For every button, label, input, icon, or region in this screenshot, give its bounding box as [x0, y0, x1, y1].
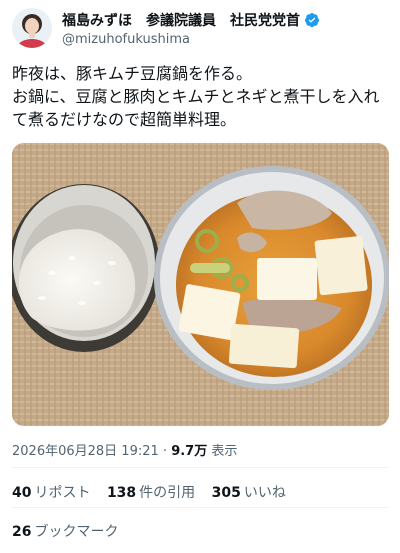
quotes-label: 件の引用	[139, 485, 196, 501]
reposts-stat[interactable]: 40 リポスト	[12, 482, 90, 502]
reposts-count: 40	[12, 485, 32, 501]
likes-count: 305	[211, 485, 241, 501]
divider	[12, 467, 388, 468]
reposts-label: リポスト	[34, 485, 91, 501]
timestamp[interactable]: 2026年06月28日 19:21	[12, 444, 159, 459]
tweet-photo[interactable]	[12, 143, 389, 426]
avatar-image	[12, 8, 52, 48]
quotes-count: 138	[106, 485, 137, 501]
tweet-meta: 2026年06月28日 19:21 · 9.7万 表示	[12, 440, 237, 459]
views-count: 9.7万	[171, 444, 208, 459]
verified-badge-icon	[304, 12, 320, 28]
bookmarks-count: 26	[12, 524, 32, 540]
tweet-header: 福島みずほ 参議院議員 社民党党首 @mizuhofukushima	[12, 8, 388, 52]
views-label: 表示	[211, 444, 238, 459]
avatar[interactable]	[12, 8, 52, 48]
bookmarks-label: ブックマーク	[34, 524, 119, 540]
divider	[12, 507, 388, 508]
engagement-stats: 40 リポスト 138 件の引用 305 いいね	[12, 482, 298, 502]
display-name[interactable]: 福島みずほ 参議院議員 社民党党首	[62, 10, 300, 30]
meta-separator: ·	[162, 444, 168, 459]
bookmarks-stat[interactable]: 26 ブックマーク	[12, 521, 130, 541]
likes-label: いいね	[243, 485, 286, 501]
quotes-stat[interactable]: 138 件の引用	[107, 482, 195, 502]
author-info: 福島みずほ 参議院議員 社民党党首 @mizuhofukushima	[62, 10, 320, 47]
handle[interactable]: @mizuhofukushima	[62, 32, 320, 47]
photo-kimchi-tofu-nabe	[12, 143, 389, 426]
likes-stat[interactable]: 305 いいね	[212, 482, 286, 502]
tweet-text: 昨夜は、豚キムチ豆腐鍋を作る。 お鍋に、豆腐と豚肉とキムチとネギと煮干しを入れて…	[12, 64, 380, 129]
tweet: 福島みずほ 参議院議員 社民党党首 @mizuhofukushima 昨夜は、豚…	[0, 0, 400, 553]
